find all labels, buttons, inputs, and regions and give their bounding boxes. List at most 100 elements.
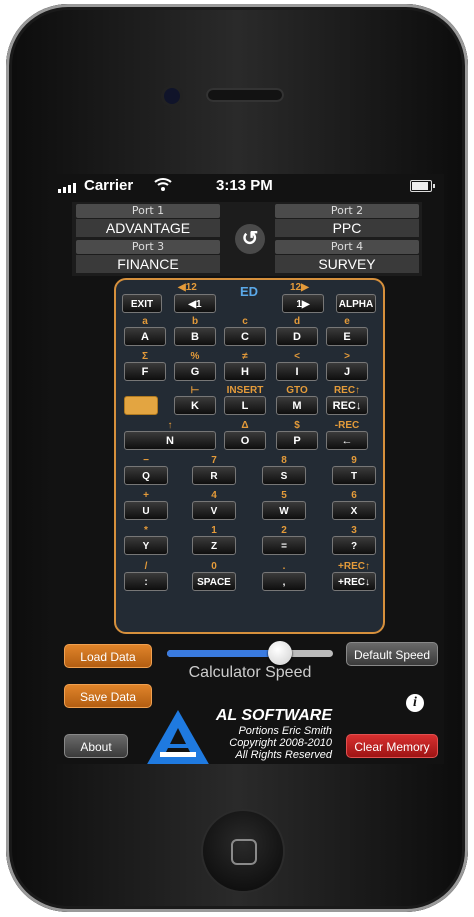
key-shift-label: 9 bbox=[351, 455, 357, 466]
about-button[interactable]: About bbox=[64, 734, 128, 758]
key-shift-label: > bbox=[344, 351, 350, 362]
key-shift-label: * bbox=[144, 525, 148, 536]
refresh-icon[interactable]: ↺ bbox=[235, 224, 265, 254]
logo-line-2: Copyright 2008-2010 bbox=[229, 737, 332, 749]
port-2[interactable]: Port 2 PPC bbox=[275, 204, 419, 238]
key-shift-label: +REC↑ bbox=[338, 561, 370, 572]
key-shift-label: 7 bbox=[211, 455, 217, 466]
screen: Carrier 3:13 PM Port 1 ADVANTAGE Port 2 … bbox=[50, 174, 444, 764]
key-n-wide[interactable]: N bbox=[124, 431, 216, 450]
key-1[interactable]: B bbox=[174, 327, 216, 346]
speed-label: Calculator Speed bbox=[188, 664, 312, 681]
key-shift-label: . bbox=[282, 561, 286, 572]
key-row3-3[interactable]: REC↓ bbox=[326, 396, 368, 415]
key-shift-label: ↑ bbox=[167, 420, 173, 431]
key-shift-label: 8 bbox=[281, 455, 287, 466]
key-row6-3[interactable]: X bbox=[332, 501, 376, 520]
key-1[interactable]: G bbox=[174, 362, 216, 381]
key-row7-0[interactable]: Y bbox=[124, 536, 168, 555]
key-shift-label: < bbox=[294, 351, 300, 362]
key-shift-label: REC↑ bbox=[333, 385, 361, 396]
key-row8-3[interactable]: +REC↓ bbox=[332, 572, 376, 591]
key-row8-0[interactable]: : bbox=[124, 572, 168, 591]
key-2[interactable]: C bbox=[224, 327, 266, 346]
alpha-key[interactable]: ALPHA bbox=[336, 294, 376, 313]
key-row4-2[interactable]: P bbox=[276, 431, 318, 450]
key-3[interactable]: I bbox=[276, 362, 318, 381]
key-shift-label: 0 bbox=[211, 561, 217, 572]
info-icon[interactable]: i bbox=[406, 694, 424, 712]
key-row8-1[interactable]: SPACE bbox=[192, 572, 236, 591]
key-row5-3[interactable]: T bbox=[332, 466, 376, 485]
load-data-button[interactable]: Load Data bbox=[64, 644, 152, 668]
phone-frame: Carrier 3:13 PM Port 1 ADVANTAGE Port 2 … bbox=[6, 4, 468, 912]
key-shift-label: 3 bbox=[351, 525, 357, 536]
key-4[interactable]: E bbox=[326, 327, 368, 346]
key-row8-2[interactable]: , bbox=[262, 572, 306, 591]
key-shift-label: $ bbox=[294, 420, 300, 431]
key-shift-label: -REC bbox=[334, 420, 360, 431]
key-shift-label: % bbox=[190, 351, 200, 362]
port-1-label: Port 1 bbox=[76, 204, 220, 218]
key-row7-2[interactable]: = bbox=[262, 536, 306, 555]
key-row3-1[interactable]: L bbox=[224, 396, 266, 415]
shift-right-1-key[interactable]: 1▶ bbox=[282, 294, 324, 313]
home-button[interactable] bbox=[203, 811, 283, 891]
key-row4-1[interactable]: O bbox=[224, 431, 266, 450]
key-row6-0[interactable]: U bbox=[124, 501, 168, 520]
key-shift-label: / bbox=[144, 561, 148, 572]
battery-icon bbox=[410, 180, 435, 192]
key-row5-2[interactable]: S bbox=[262, 466, 306, 485]
key-shift-label: b bbox=[191, 316, 199, 327]
key-shift-label: 1 bbox=[211, 525, 217, 536]
key-shift-label: INSERT bbox=[226, 385, 264, 396]
key-row5-0[interactable]: Q bbox=[124, 466, 168, 485]
shift-right-12-label: 12▶ bbox=[290, 282, 309, 293]
port-3[interactable]: Port 3 FINANCE bbox=[76, 240, 220, 274]
gold-shift-key[interactable] bbox=[124, 396, 158, 415]
save-data-button[interactable]: Save Data bbox=[64, 684, 152, 708]
default-speed-button[interactable]: Default Speed bbox=[346, 642, 438, 666]
carrier-name: Carrier bbox=[84, 177, 134, 194]
home-square-icon bbox=[231, 839, 257, 865]
calculator-keypad: ◀12 ED 12▶ EXIT ◀1 1▶ ALPHA aAbBcCdDeE ΣF… bbox=[114, 278, 385, 634]
port-1[interactable]: Port 1 ADVANTAGE bbox=[76, 204, 220, 238]
shift-left-12-label: ◀12 bbox=[178, 282, 197, 293]
logo-title: AL SOFTWARE bbox=[215, 707, 332, 724]
port-3-label: Port 3 bbox=[76, 240, 220, 254]
key-shift-label: GTO bbox=[286, 385, 308, 396]
port-panel: Port 1 ADVANTAGE Port 2 PPC Port 3 FINAN… bbox=[72, 202, 422, 276]
key-shift-label: e bbox=[344, 316, 350, 327]
key-row6-1[interactable]: V bbox=[192, 501, 236, 520]
earpiece-speaker bbox=[206, 88, 284, 102]
key-row3-0[interactable]: K bbox=[174, 396, 216, 415]
key-0[interactable]: F bbox=[124, 362, 166, 381]
key-shift-label: Σ bbox=[141, 351, 148, 362]
key-3[interactable]: D bbox=[276, 327, 318, 346]
exit-key[interactable]: EXIT bbox=[122, 294, 162, 313]
camera-dot bbox=[164, 88, 180, 104]
status-time: 3:13 PM bbox=[216, 177, 273, 194]
key-shift-label: − bbox=[143, 455, 149, 466]
key-row5-1[interactable]: R bbox=[192, 466, 236, 485]
key-shift-label: d bbox=[293, 316, 301, 327]
speed-slider[interactable] bbox=[167, 641, 333, 665]
key-shift-label: 6 bbox=[351, 490, 357, 501]
key-0[interactable]: A bbox=[124, 327, 166, 346]
key-row7-1[interactable]: Z bbox=[192, 536, 236, 555]
clear-memory-button[interactable]: Clear Memory bbox=[346, 734, 438, 758]
key-shift-label: ⊢ bbox=[190, 385, 200, 396]
key-row4-3[interactable]: ← bbox=[326, 431, 368, 450]
speed-slider-thumb[interactable] bbox=[267, 641, 292, 665]
port-4[interactable]: Port 4 SURVEY bbox=[275, 240, 419, 274]
key-row3-2[interactable]: M bbox=[276, 396, 318, 415]
signal-icon bbox=[58, 183, 76, 193]
ed-label: ED bbox=[240, 284, 259, 299]
key-row6-2[interactable]: W bbox=[262, 501, 306, 520]
key-4[interactable]: J bbox=[326, 362, 368, 381]
key-row7-3[interactable]: ? bbox=[332, 536, 376, 555]
logo-line-3: All Rights Reserved bbox=[235, 749, 332, 761]
key-shift-label: 2 bbox=[281, 525, 287, 536]
key-2[interactable]: H bbox=[224, 362, 266, 381]
shift-left-1-key[interactable]: ◀1 bbox=[174, 294, 216, 313]
